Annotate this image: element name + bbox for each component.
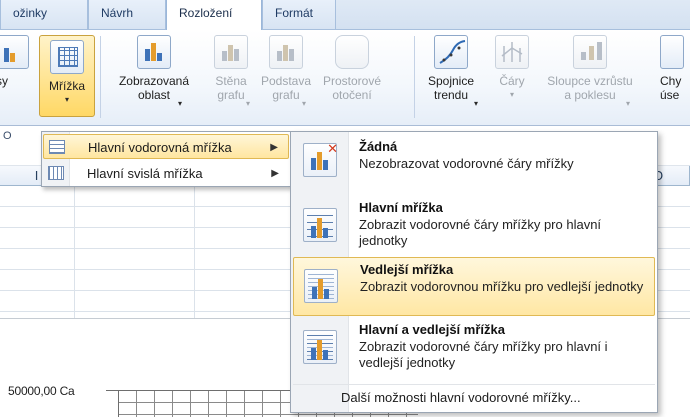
chevron-down-icon: ▾: [246, 99, 251, 108]
chevron-down-icon: ▾: [64, 95, 69, 104]
error-bars-label: Chy úse: [660, 74, 682, 102]
option-title: Vedlejší mřížka: [360, 262, 454, 277]
menu-item-major-horizontal-gridlines[interactable]: Hlavní vodorovná mřížka ▶: [43, 134, 289, 159]
tab-format[interactable]: Formát: [262, 0, 336, 30]
group-label-text: O: [3, 130, 12, 142]
tab-label: Návrh: [101, 6, 134, 20]
no-gridlines-icon: ✕: [303, 141, 338, 177]
tab-label: Rozložení: [179, 6, 233, 20]
gridlines-icon: [50, 40, 84, 74]
chevron-down-icon: ▾: [509, 90, 514, 99]
grid-line: [74, 186, 75, 326]
horizontal-gridlines-submenu: ✕ Žádná Nezobrazovat vodorovné čáry mříž…: [290, 131, 658, 413]
close-icon: ✕: [327, 141, 338, 156]
error-bars-icon: [660, 35, 684, 69]
option-description: Zobrazit vodorovnou mřížku pro vedlejší …: [360, 279, 644, 294]
lines-button: Čáry ▾: [490, 35, 534, 117]
option-title: Hlavní a vedlejší mřížka: [359, 322, 505, 337]
option-description: Zobrazit vodorovné čáry mřížky pro hlavn…: [359, 217, 602, 248]
trendline-button[interactable]: Spojnice trendu: [420, 35, 482, 117]
chevron-down-icon: ▾: [302, 99, 307, 108]
chart-wall-icon: [214, 35, 248, 69]
group-divider: [100, 36, 101, 118]
chart-floor-icon: [269, 35, 303, 69]
lines-icon: [495, 35, 529, 69]
up-down-bars-label: Sloupce vzrůstu a poklesu: [547, 74, 633, 102]
option-major-gridlines[interactable]: Hlavní mřížka Zobrazit vodorovné čáry mř…: [293, 196, 655, 256]
plot-area-icon: [137, 35, 171, 69]
chevron-down-icon: ▾: [626, 99, 631, 108]
more-options-label: Další možnosti hlavní vodorovné mřížky..…: [341, 390, 581, 405]
gridlines-submenu: Hlavní vodorovná mřížka ▶ Hlavní svislá …: [41, 131, 291, 187]
option-title: Žádná: [359, 139, 398, 154]
tab-label: Formát: [275, 6, 314, 20]
option-title: Hlavní mřížka: [359, 200, 443, 215]
3d-rotation-icon: [335, 35, 369, 69]
error-bars-button[interactable]: Chy úse: [660, 35, 690, 117]
axis-tick: [106, 390, 118, 391]
ribbon-tab-strip: ožinky Návrh Rozložení Formát: [0, 0, 690, 31]
axes-button[interactable]: sy: [0, 35, 30, 117]
more-gridline-options[interactable]: Další možnosti hlavní vodorovné mřížky..…: [293, 384, 655, 410]
chevron-down-icon: ▾: [474, 99, 479, 108]
tab-bookmarks[interactable]: ožinky: [0, 0, 88, 30]
column-header-label: I: [34, 168, 39, 183]
axes-icon: [0, 35, 29, 69]
chart-floor-label: Podstava grafu: [260, 74, 312, 102]
lines-label: Čáry: [499, 74, 525, 88]
plot-area-label: Zobrazovaná oblast: [118, 74, 190, 102]
gridlines-button-label: Mřížka: [49, 79, 85, 93]
option-none[interactable]: ✕ Žádná Nezobrazovat vodorovné čáry mříž…: [293, 135, 655, 191]
menu-item-label: Hlavní svislá mřížka: [87, 166, 203, 181]
horizontal-gridlines-icon: [49, 140, 65, 154]
vertical-gridlines-icon: [48, 166, 64, 180]
3d-rotation-button: Prostorové otočení: [316, 35, 388, 117]
option-minor-gridlines[interactable]: Vedlejší mřížka Zobrazit vodorovnou mříž…: [293, 257, 655, 316]
chevron-down-icon: ▾: [178, 99, 183, 108]
axes-button-label: sy: [0, 74, 8, 88]
tab-design[interactable]: Návrh: [88, 0, 166, 30]
axis-label: 50000,00 Ca: [8, 384, 75, 398]
grid-line: [194, 186, 195, 326]
major-minor-gridlines-icon: [303, 330, 337, 364]
option-major-and-minor-gridlines[interactable]: Hlavní a vedlejší mřížka Zobrazit vodoro…: [293, 318, 655, 380]
menu-item-major-vertical-gridlines[interactable]: Hlavní svislá mřížka ▶: [43, 161, 289, 186]
option-description: Zobrazit vodorovné čáry mřížky pro hlavn…: [359, 339, 608, 370]
option-description: Nezobrazovat vodorovné čáry mřížky: [359, 156, 574, 171]
menu-item-label: Hlavní vodorovná mřížka: [88, 140, 232, 155]
group-divider: [414, 36, 415, 118]
3d-rotation-label: Prostorové otočení: [322, 74, 382, 102]
tab-layout[interactable]: Rozložení: [166, 0, 262, 31]
plot-area-button[interactable]: Zobrazovaná oblast: [106, 35, 202, 117]
gridlines-button[interactable]: Mřížka ▾: [39, 35, 95, 117]
ribbon-panel: sy Mřížka ▾ Zobrazovaná oblast ▾ Stěna g…: [0, 30, 690, 126]
submenu-arrow-icon: ▶: [271, 168, 279, 179]
major-gridlines-icon: [303, 208, 337, 242]
submenu-arrow-icon: ▶: [270, 142, 278, 153]
tab-label: ožinky: [13, 6, 48, 20]
trendline-label: Spojnice trendu: [427, 74, 475, 102]
trendline-icon: [434, 35, 468, 69]
chart-wall-label: Stěna grafu: [215, 74, 247, 102]
up-down-bars-icon: [573, 35, 607, 69]
minor-gridlines-icon: [304, 269, 338, 303]
